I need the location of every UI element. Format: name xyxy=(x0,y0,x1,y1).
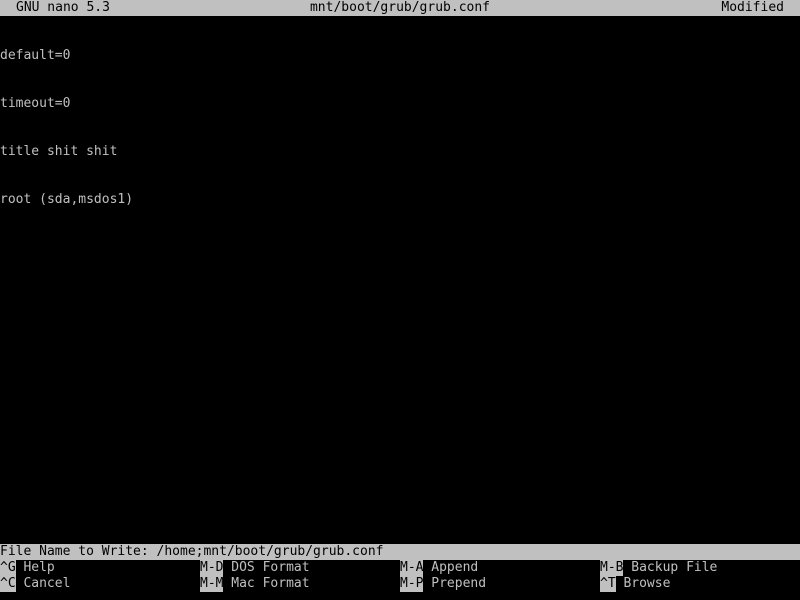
shortcut-cancel[interactable]: ^C Cancel xyxy=(0,576,70,592)
shortcut-dos-format[interactable]: M-D DOS Format xyxy=(200,560,310,576)
modified-status: Modified xyxy=(721,0,784,15)
shortcut-browse[interactable]: ^T Browse xyxy=(600,576,670,592)
save-prompt: File Name to Write: /home;mnt/boot/grub/g… xyxy=(0,544,800,560)
file-name-input[interactable]: /home;mnt/boot/grub/grub.conf xyxy=(157,544,384,559)
file-name: mnt/boot/grub/grub.conf xyxy=(309,0,490,15)
shortcut-mac-format[interactable]: M-M Mac Format xyxy=(200,576,310,592)
shortcut-label: Prepend xyxy=(431,576,487,591)
shortcut-key: ^C xyxy=(0,576,16,592)
shortcut-key: M-B xyxy=(600,560,624,576)
editor-line[interactable]: root (sda,msdos1) xyxy=(0,192,800,208)
shortcut-key: M-A xyxy=(400,560,424,576)
title-bar: mnt/boot/grub/grub.conf GNU nano 5.3 Mod… xyxy=(0,0,800,16)
shortcut-key: ^G xyxy=(0,560,16,576)
shortcut-bar: ^G Help M-D DOS Format M-A Append M-B Backup… xyxy=(0,560,800,592)
editor-line[interactable]: title shit shit xyxy=(0,144,800,160)
shortcut-label: Backup File xyxy=(631,560,718,575)
shortcut-append[interactable]: M-A Append xyxy=(400,560,478,576)
shortcut-key: ^T xyxy=(600,576,616,592)
shortcut-key: M-M xyxy=(200,576,224,592)
shortcut-label: Append xyxy=(431,560,479,575)
shortcut-label: Mac Format xyxy=(231,576,310,591)
editor-line[interactable]: timeout=0 xyxy=(0,96,800,112)
shortcut-prepend[interactable]: M-P Prepend xyxy=(400,576,486,592)
shortcut-label: DOS Format xyxy=(231,560,310,575)
prompt-label: File Name to Write: xyxy=(0,544,149,559)
shortcut-key: M-D xyxy=(200,560,224,576)
app-name: GNU nano 5.3 xyxy=(16,0,110,15)
shortcut-backup-file[interactable]: M-B Backup File xyxy=(600,560,717,576)
shortcut-label: Help xyxy=(23,560,55,575)
editor-area[interactable]: default=0 timeout=0 title shit shit root… xyxy=(0,16,800,544)
shortcut-key: M-P xyxy=(400,576,424,592)
editor-line[interactable]: default=0 xyxy=(0,48,800,64)
shortcut-help[interactable]: ^G Help xyxy=(0,560,55,576)
shortcut-label: Cancel xyxy=(23,576,71,591)
shortcut-label: Browse xyxy=(623,576,671,591)
